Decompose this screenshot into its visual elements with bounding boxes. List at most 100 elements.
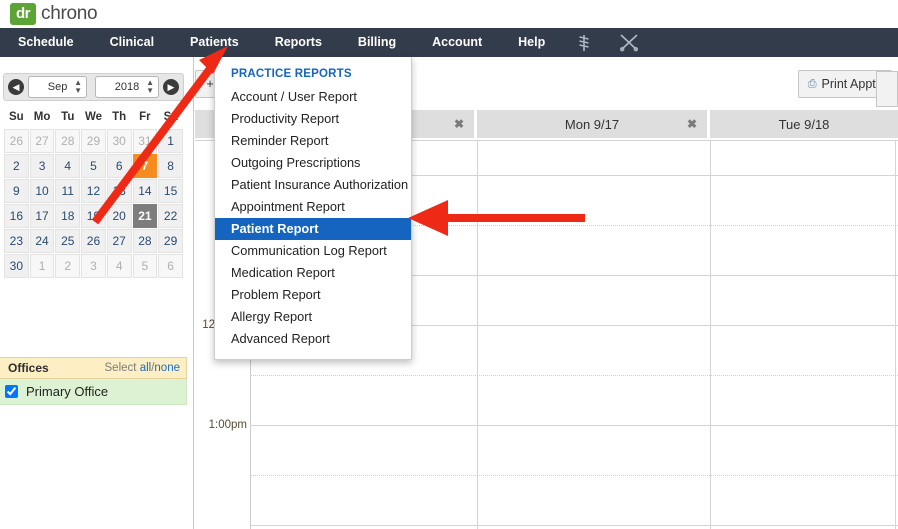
toolbar-right-control[interactable] xyxy=(876,71,898,107)
menu-item-communication-log-report[interactable]: Communication Log Report xyxy=(215,240,411,262)
calendar-day[interactable]: 14 xyxy=(131,178,159,204)
calendar-day[interactable]: 1 xyxy=(28,253,56,279)
logo-wordmark: chrono xyxy=(41,3,98,24)
calendar-day[interactable]: 4 xyxy=(54,153,82,179)
office-list-item[interactable]: Primary Office xyxy=(0,379,187,405)
offices-panel: Offices Select all/none Primary Office xyxy=(0,357,187,405)
calendar-day[interactable]: 20 xyxy=(105,203,133,229)
select-none-link[interactable]: none xyxy=(154,362,180,374)
calendar-day[interactable]: 23 xyxy=(3,228,30,254)
calendar-day[interactable]: 2 xyxy=(54,253,82,279)
weekday-sa: Sa xyxy=(157,107,184,129)
calendar-day[interactable]: 4 xyxy=(105,253,133,279)
menu-item-medication-report[interactable]: Medication Report xyxy=(215,262,411,284)
day-header-cell[interactable]: Tue 9/18 xyxy=(710,110,898,138)
caduceus-icon[interactable] xyxy=(563,28,605,57)
close-icon[interactable]: ✖ xyxy=(687,117,697,131)
calendar-day[interactable]: 11 xyxy=(54,178,82,204)
calendar-week-row: 9 10 11 12 13 14 15 xyxy=(3,178,184,204)
calendar-day[interactable]: 27 xyxy=(105,228,133,254)
calendar-day[interactable]: 1 xyxy=(157,128,184,154)
calendar-day[interactable]: 18 xyxy=(54,203,82,229)
calendar-day[interactable]: 27 xyxy=(28,128,56,154)
calendar-day[interactable]: 28 xyxy=(54,128,82,154)
calendar-day[interactable]: 29 xyxy=(80,128,107,154)
calendar-day[interactable]: 10 xyxy=(28,178,56,204)
calendar-day[interactable]: 28 xyxy=(131,228,159,254)
hour-gridline xyxy=(250,525,898,526)
calendar-day[interactable]: 24 xyxy=(28,228,56,254)
half-hour-gridline xyxy=(250,375,898,376)
calendar-day[interactable]: 3 xyxy=(28,153,56,179)
month-value: Sep xyxy=(47,81,68,93)
calendar-day[interactable]: 6 xyxy=(105,153,133,179)
calendar-day[interactable]: 17 xyxy=(28,203,56,229)
calendar-day[interactable]: 16 xyxy=(3,203,30,229)
day-header-label: Mon 9/17 xyxy=(564,116,620,132)
calendar-day[interactable]: 5 xyxy=(131,253,159,279)
calendar-day[interactable]: 5 xyxy=(80,153,107,179)
year-value: 2018 xyxy=(114,81,140,93)
column-divider xyxy=(895,141,896,529)
calendar-day[interactable]: 12 xyxy=(80,178,107,204)
menu-item-patient-insurance-authorization[interactable]: Patient Insurance Authorization xyxy=(215,174,411,196)
printer-icon: ⎙ xyxy=(807,77,817,90)
menu-item-patient-report[interactable]: Patient Report xyxy=(215,218,411,240)
calendar-day[interactable]: 31 xyxy=(131,128,159,154)
menu-item-account-user-report[interactable]: Account / User Report xyxy=(215,86,411,108)
calendar-day[interactable]: 6 xyxy=(157,253,184,279)
calendar-day[interactable]: 22 xyxy=(157,203,184,229)
weekday-fr: Fr xyxy=(132,107,158,129)
calendar-day[interactable]: 26 xyxy=(80,228,107,254)
calendar-day[interactable]: 13 xyxy=(105,178,133,204)
calendar-day[interactable]: 8 xyxy=(157,153,184,179)
calendar-day[interactable]: 3 xyxy=(80,253,107,279)
weekday-th: Th xyxy=(106,107,133,129)
nav-billing[interactable]: Billing xyxy=(340,28,414,57)
prev-month-icon[interactable]: ◀ xyxy=(8,79,24,95)
calendar-day[interactable]: 30 xyxy=(105,128,133,154)
time-label: 1:00pm xyxy=(208,419,247,431)
day-header-cell[interactable]: Mon 9/17 ✖ xyxy=(477,110,710,138)
calendar-day[interactable]: 26 xyxy=(3,128,30,154)
menu-item-productivity-report[interactable]: Productivity Report xyxy=(215,108,411,130)
month-select[interactable]: Sep ▲ ▼ xyxy=(28,76,88,98)
calendar-day[interactable]: 29 xyxy=(157,228,184,254)
crossed-tools-icon[interactable] xyxy=(605,28,653,57)
calendar-day[interactable]: 19 xyxy=(80,203,107,229)
half-hour-gridline xyxy=(250,475,898,476)
calendar-day[interactable]: 2 xyxy=(3,153,30,179)
nav-schedule[interactable]: Schedule xyxy=(0,28,92,57)
close-icon[interactable]: ✖ xyxy=(454,117,464,131)
next-month-icon[interactable]: ▶ xyxy=(163,79,179,95)
calendar-day[interactable]: 25 xyxy=(54,228,82,254)
menu-item-outgoing-prescriptions[interactable]: Outgoing Prescriptions xyxy=(215,152,411,174)
mini-calendar-grid: Su Mo Tu We Th Fr Sa 26 27 28 29 30 31 1… xyxy=(3,107,184,279)
calendar-day[interactable]: 15 xyxy=(157,178,184,204)
menu-item-allergy-report[interactable]: Allergy Report xyxy=(215,306,411,328)
offices-title: Offices xyxy=(8,361,49,375)
nav-clinical[interactable]: Clinical xyxy=(92,28,172,57)
app-logo[interactable]: dr chrono xyxy=(10,2,98,26)
select-all-link[interactable]: all xyxy=(140,362,152,374)
calendar-day[interactable]: 9 xyxy=(3,178,30,204)
nav-account[interactable]: Account xyxy=(414,28,500,57)
month-spinner-icon: ▲ ▼ xyxy=(74,78,83,95)
calendar-day-selected[interactable]: 21 xyxy=(131,203,159,229)
calendar-day-today[interactable]: 7 xyxy=(131,153,159,179)
menu-item-advanced-report[interactable]: Advanced Report xyxy=(215,328,411,350)
column-divider xyxy=(477,141,478,529)
calendar-day[interactable]: 30 xyxy=(3,253,30,279)
menu-item-reminder-report[interactable]: Reminder Report xyxy=(215,130,411,152)
menu-item-appointment-report[interactable]: Appointment Report xyxy=(215,196,411,218)
office-checkbox[interactable] xyxy=(5,385,18,398)
reports-dropdown-menu: PRACTICE REPORTS Account / User Report P… xyxy=(214,57,412,360)
menu-item-problem-report[interactable]: Problem Report xyxy=(215,284,411,306)
year-select[interactable]: 2018 ▲ ▼ xyxy=(95,76,159,98)
nav-reports[interactable]: Reports xyxy=(257,28,340,57)
print-appts-label: Print Appts xyxy=(821,77,882,91)
offices-header: Offices Select all/none xyxy=(0,357,187,379)
nav-help[interactable]: Help xyxy=(500,28,563,57)
logo-bar: dr chrono xyxy=(0,0,898,28)
nav-patients[interactable]: Patients xyxy=(172,28,257,57)
